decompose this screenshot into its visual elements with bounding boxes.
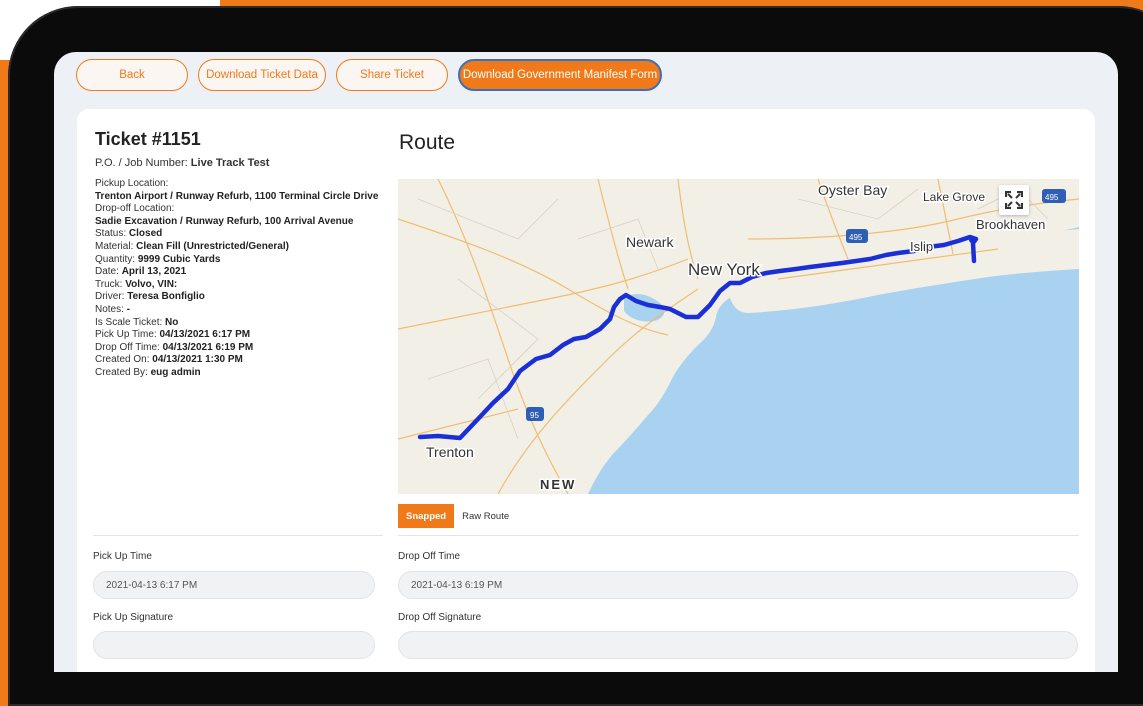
pickup-time-label: Pick Up Time:	[95, 329, 157, 341]
dropoff-signature-label: Drop Off Signature	[398, 612, 482, 623]
dropoff-time-field-label: Drop Off Time	[398, 551, 461, 562]
map-label-new: NEW	[540, 477, 576, 492]
map-label-islip: Islip	[910, 239, 933, 254]
map-label-newark: Newark	[626, 234, 674, 250]
dropoff-location-label: Drop-off Location:	[95, 203, 175, 215]
tab-snapped[interactable]: Snapped	[398, 504, 455, 528]
map-label-lake-grove: Lake Grove	[923, 190, 985, 204]
pickup-signature-label: Pick Up Signature	[93, 612, 174, 623]
material-value: Clean Fill (Unrestricted/General)	[136, 240, 289, 252]
pickup-location-value: Trenton Airport / Runway Refurb, 1100 Te…	[95, 190, 379, 202]
notes-value: -	[126, 303, 131, 315]
created-by-row: Created By: eug admin	[95, 367, 385, 380]
status-value: Closed	[128, 228, 163, 240]
status-label: Status:	[95, 228, 127, 240]
dropoff-time-label: Drop Off Time:	[95, 341, 160, 353]
map-label-new-york: New York	[688, 260, 760, 279]
highway-shield-95: 95	[526, 407, 544, 421]
material-label: Material:	[95, 240, 134, 252]
route-end-marker	[969, 237, 975, 243]
divider	[93, 535, 383, 536]
download-manifest-button[interactable]: Download Government Manifest Form	[458, 59, 662, 91]
scale-ticket-row: Is Scale Ticket: No	[95, 317, 385, 330]
highway-shield-498-text: 495	[1045, 193, 1059, 202]
pickup-signature-field[interactable]	[93, 631, 375, 659]
status-row: Status: Closed	[95, 228, 385, 241]
created-on-row: Created On: 04/13/2021 1:30 PM	[95, 354, 385, 367]
back-button[interactable]: Back	[76, 59, 188, 91]
fullscreen-toggle[interactable]	[999, 185, 1029, 215]
driver-label: Driver:	[95, 291, 125, 303]
ticket-details: Ticket #1151 P.O. / Job Number: Live Tra…	[95, 129, 385, 380]
pickup-time-field[interactable]: 2021-04-13 6:17 PM	[93, 571, 375, 599]
ticket-toolbar: Back Download Ticket Data Share Ticket D…	[76, 59, 662, 93]
pickup-time-row: Pick Up Time: 04/13/2021 6:17 PM	[95, 329, 385, 342]
route-title: Route	[399, 131, 456, 154]
created-by-label: Created By:	[95, 366, 148, 378]
truck-row: Truck: Volvo, VIN:	[95, 279, 385, 292]
map-label-oyster-bay: Oyster Bay	[818, 182, 887, 198]
highway-shield-495-text: 495	[849, 233, 863, 242]
truck-label: Truck:	[95, 278, 123, 290]
share-ticket-button[interactable]: Share Ticket	[336, 59, 448, 91]
job-number: P.O. / Job Number: Live Track Test	[95, 157, 385, 169]
truck-value: Volvo, VIN:	[125, 278, 178, 290]
quantity-label: Quantity:	[95, 253, 136, 265]
map-label-brookhaven: Brookhaven	[976, 217, 1045, 232]
driver-row: Driver: Teresa Bonfiglio	[95, 291, 385, 304]
highway-shield-95-text: 95	[530, 411, 539, 420]
scale-ticket-label: Is Scale Ticket:	[95, 316, 163, 328]
app-screen: Back Download Ticket Data Share Ticket D…	[54, 52, 1118, 672]
highway-shield-495: 495	[846, 229, 868, 243]
tablet-frame: Back Download Ticket Data Share Ticket D…	[8, 6, 1143, 706]
dropoff-signature-field[interactable]	[398, 631, 1078, 659]
map-label-trenton: Trenton	[426, 444, 474, 460]
ticket-card: Ticket #1151 P.O. / Job Number: Live Tra…	[77, 109, 1095, 672]
material-row: Material: Clean Fill (Unrestricted/Gener…	[95, 241, 385, 254]
notes-label: Notes:	[95, 303, 124, 315]
ticket-title: Ticket #1151	[95, 129, 201, 149]
highway-shield-498: 495	[1042, 189, 1066, 203]
created-on-value: 04/13/2021 1:30 PM	[152, 354, 243, 366]
quantity-value: 9999 Cubic Yards	[137, 253, 221, 265]
date-value: April 13, 2021	[121, 266, 187, 278]
job-value: Live Track Test	[190, 157, 270, 169]
dropoff-time-row: Drop Off Time: 04/13/2021 6:19 PM	[95, 342, 385, 355]
divider	[398, 535, 1079, 536]
dropoff-time-field[interactable]: 2021-04-13 6:19 PM	[398, 571, 1078, 599]
scale-ticket-value: No	[165, 316, 179, 328]
pickup-time-value: 04/13/2021 6:17 PM	[159, 329, 251, 341]
ticket-detail-list: Pickup Location: Trenton Airport / Runwa…	[95, 178, 385, 380]
download-ticket-data-button[interactable]: Download Ticket Data	[198, 59, 326, 91]
pickup-location-label: Pickup Location:	[95, 178, 169, 189]
date-row: Date: April 13, 2021	[95, 266, 385, 279]
notes-row: Notes: -	[95, 304, 385, 317]
quantity-row: Quantity: 9999 Cubic Yards	[95, 254, 385, 267]
job-label: P.O. / Job Number:	[95, 157, 188, 169]
map-canvas: Oyster Bay Lake Grove Brookhaven Newark …	[398, 179, 1079, 494]
date-label: Date:	[95, 266, 119, 278]
dropoff-time-value: 04/13/2021 6:19 PM	[162, 341, 254, 353]
driver-value: Teresa Bonfiglio	[127, 291, 205, 303]
pickup-time-field-label: Pick Up Time	[93, 551, 152, 562]
route-map[interactable]: Oyster Bay Lake Grove Brookhaven Newark …	[398, 179, 1079, 494]
route-tabs: Snapped Raw Route	[398, 504, 517, 528]
tab-raw-route[interactable]: Raw Route	[454, 504, 517, 528]
expand-icon	[1005, 191, 1023, 209]
dropoff-location-value: Sadie Excavation / Runway Refurb, 100 Ar…	[95, 215, 354, 227]
created-by-value: eug admin	[150, 366, 201, 378]
created-on-label: Created On:	[95, 354, 150, 366]
